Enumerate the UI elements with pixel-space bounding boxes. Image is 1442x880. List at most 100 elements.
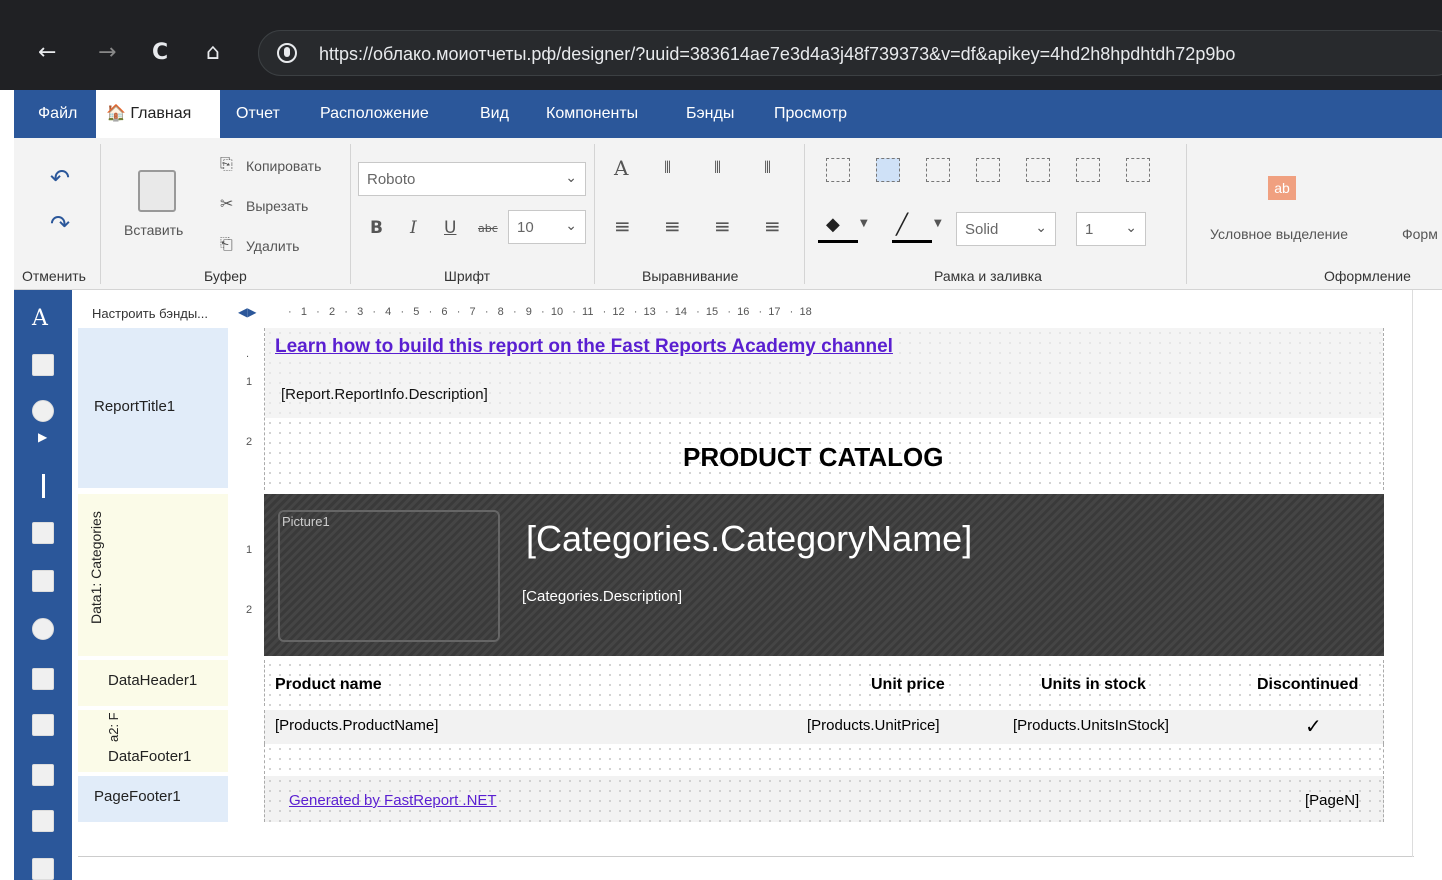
address-bar[interactable]: https://облако.моиотчеты.рф/designer/?uu… (258, 30, 1442, 76)
fill-color-icon[interactable]: ◆ (826, 214, 840, 235)
border-all-icon[interactable] (826, 158, 850, 182)
page-number-field[interactable]: [PageN] (1305, 792, 1359, 809)
header-units-in-stock[interactable]: Units in stock (1041, 676, 1146, 694)
redo-icon[interactable]: ↷ (50, 210, 70, 238)
forward-button[interactable]: → (98, 38, 116, 68)
conditional-highlight-button[interactable]: Условное выделение (1210, 226, 1348, 242)
product-name-field[interactable]: [Products.ProductName] (275, 717, 438, 734)
academy-link[interactable]: Learn how to build this report on the Fa… (275, 336, 893, 358)
header-unit-price[interactable]: Unit price (871, 676, 945, 694)
chart-tool-icon[interactable] (32, 668, 54, 690)
menu-home[interactable]: 🏠 Главная (96, 90, 220, 138)
border-left-icon[interactable] (926, 158, 950, 182)
undo-icon[interactable]: ↶ (50, 164, 70, 192)
configure-bands-button[interactable]: Настроить бэнды... (92, 306, 208, 321)
unit-price-field[interactable]: [Products.UnitPrice] (807, 717, 940, 734)
menu-components[interactable]: Компоненты (536, 90, 648, 138)
page-footer-band[interactable]: Generated by FastReport .NET [PageN] (264, 776, 1384, 822)
data-footer-band[interactable] (264, 744, 1384, 774)
menu-view[interactable]: Вид (470, 90, 519, 138)
border-settings-icon[interactable] (1126, 158, 1150, 182)
menu-layout[interactable]: Расположение (310, 90, 439, 138)
align-right-icon[interactable]: ≡ (714, 214, 731, 238)
header-product-name[interactable]: Product name (275, 676, 382, 694)
border-top-icon[interactable] (976, 158, 1000, 182)
richtext-tool-icon[interactable] (32, 810, 54, 832)
menu-report[interactable]: Отчет (226, 90, 290, 138)
home-button[interactable]: ⌂ (206, 38, 220, 68)
subreport-tool-icon[interactable] (32, 522, 54, 544)
copy-button[interactable]: Копировать (246, 158, 321, 174)
table-tool-icon[interactable] (32, 570, 54, 592)
line-style-select[interactable]: Solid ⌄ (956, 212, 1056, 246)
discontinued-checkbox[interactable]: ✓ (1305, 714, 1322, 738)
delete-icon[interactable]: ⎗ (220, 234, 233, 254)
menu-file[interactable]: Файл (28, 90, 87, 138)
align-middle-icon[interactable]: ⦀ (714, 158, 721, 178)
report-title-text[interactable]: PRODUCT CATALOG (683, 442, 943, 473)
band-panel-data-products[interactable]: a2: F (78, 710, 228, 746)
chevron-down-icon[interactable]: ▼ (934, 218, 942, 229)
category-data-band[interactable]: Picture1 [Categories.CategoryName] [Cate… (264, 494, 1384, 656)
picture-placeholder[interactable]: Picture1 (278, 510, 500, 642)
report-title-band[interactable]: Learn how to build this report on the Fa… (264, 328, 1384, 490)
band-panel-data-header[interactable]: DataHeader1 (78, 660, 228, 706)
cut-button[interactable]: Вырезать (246, 198, 308, 214)
copy-icon[interactable]: ⎘ (220, 154, 233, 174)
back-button[interactable]: ← (38, 38, 56, 68)
align-center-icon[interactable]: ≡ (664, 214, 681, 238)
align-left-icon[interactable]: ≡ (614, 214, 631, 238)
band-panel-data-categories[interactable]: Data1: Categories (78, 494, 228, 656)
paste-button[interactable]: Вставить (124, 222, 183, 238)
bold-button[interactable]: B (370, 218, 383, 238)
checkbox-tool-icon[interactable] (32, 858, 54, 880)
align-bottom-icon[interactable]: ⦀ (764, 158, 771, 178)
reload-button[interactable]: C (152, 38, 168, 68)
delete-button[interactable]: Удалить (246, 238, 299, 254)
band-panel-report-title[interactable]: ReportTitle1 (78, 328, 228, 488)
band-panel-page-footer[interactable]: PageFooter1 (78, 776, 228, 822)
text-format-icon[interactable]: A (614, 156, 628, 180)
category-name-field[interactable]: [Categories.CategoryName] (526, 518, 972, 560)
format-button[interactable]: Форм (1402, 226, 1438, 242)
line-tool-icon[interactable] (42, 474, 45, 498)
text-tool-icon[interactable]: A (32, 306, 48, 331)
band-panel-data-footer[interactable]: DataFooter1 (78, 742, 228, 772)
report-description-field[interactable]: [Report.ReportInfo.Description] (281, 386, 488, 403)
picture-tool-icon[interactable] (32, 354, 54, 376)
strikethrough-button[interactable]: abc (478, 222, 498, 235)
category-description-field[interactable]: [Categories.Description] (522, 588, 682, 605)
align-top-icon[interactable]: ⦀ (664, 158, 671, 178)
border-inner-icon[interactable] (876, 158, 900, 182)
barcode-tool-icon[interactable] (32, 764, 54, 786)
underline-button[interactable]: U (444, 218, 456, 238)
align-justify-icon[interactable]: ≡ (764, 214, 781, 238)
shape-tool-icon[interactable] (32, 400, 54, 422)
border-right-icon[interactable] (1026, 158, 1050, 182)
resize-arrows-icon[interactable]: ◀▶ (238, 305, 256, 319)
matrix-tool-icon[interactable] (32, 714, 54, 736)
italic-button[interactable]: I (410, 218, 417, 238)
menu-bands[interactable]: Бэнды (676, 90, 744, 138)
data-header-band[interactable]: Product name Unit price Units in stock D… (264, 660, 1384, 706)
expand-arrow-icon[interactable]: ▶ (38, 430, 47, 444)
header-discontinued[interactable]: Discontinued (1257, 676, 1358, 694)
clipboard-group-label: Буфер (204, 268, 247, 284)
chevron-down-icon[interactable]: ▼ (860, 218, 868, 229)
line-color-icon[interactable]: ╱ (896, 212, 908, 236)
font-size-select[interactable]: 10 ⌄ (508, 210, 586, 244)
conditional-highlight-icon[interactable]: ab (1268, 176, 1296, 200)
fastreport-link[interactable]: Generated by FastReport .NET (289, 792, 497, 809)
cut-icon[interactable]: ✂ (220, 194, 233, 213)
border-bottom-icon[interactable] (1076, 158, 1100, 182)
map-tool-icon[interactable] (32, 618, 54, 640)
browser-toolbar: ← → C ⌂ https://облако.моиотчеты.рф/desi… (0, 0, 1442, 90)
paste-icon[interactable] (138, 170, 176, 212)
units-in-stock-field[interactable]: [Products.UnitsInStock] (1013, 717, 1169, 734)
url-text[interactable]: https://облако.моиотчеты.рф/designer/?uu… (319, 44, 1235, 65)
site-info-icon[interactable] (277, 43, 297, 63)
font-name-select[interactable]: Roboto ⌄ (358, 162, 586, 196)
menu-preview[interactable]: Просмотр (764, 90, 857, 138)
line-width-select[interactable]: 1 ⌄ (1076, 212, 1146, 246)
products-data-band[interactable]: [Products.ProductName] [Products.UnitPri… (264, 710, 1384, 744)
